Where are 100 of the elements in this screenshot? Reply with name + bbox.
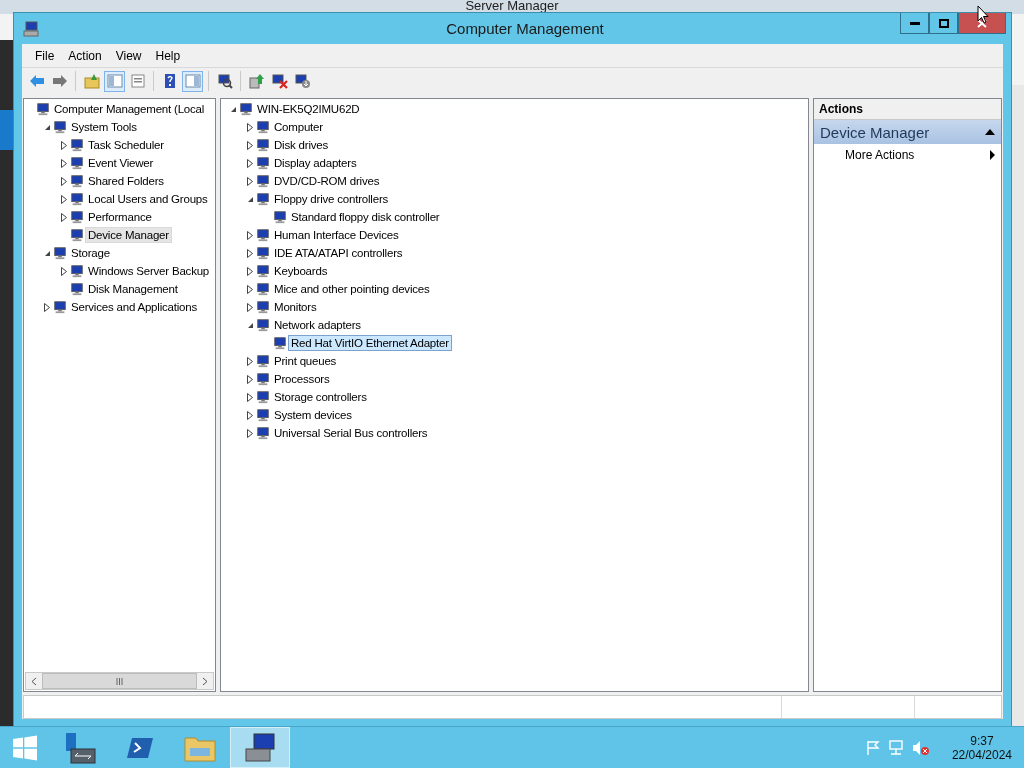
tree-item[interactable]: Computer [271,119,326,135]
close-icon [977,18,987,28]
menu-item[interactable]: View [108,46,149,65]
collapsed-arrow-icon[interactable] [247,410,253,420]
collapsed-arrow-icon[interactable] [44,302,50,312]
expanded-arrow-icon[interactable] [43,249,51,257]
magnifier-icon [215,72,234,90]
collapsed-arrow-icon[interactable] [247,122,253,132]
section-header[interactable]: Device Manager [814,120,1001,144]
expanded-arrow-icon[interactable] [246,195,254,203]
tree-item[interactable]: Universal Serial Bus controllers [271,425,431,441]
expanded-arrow-icon[interactable] [229,105,237,113]
collapsed-arrow-icon[interactable] [61,212,67,222]
disable-icon [270,72,289,90]
collapsed-arrow-icon[interactable] [247,158,253,168]
tree-item[interactable]: Network adapters [271,317,364,333]
monitor-icon [256,120,270,134]
tree-item[interactable]: Shared Folders [85,173,167,189]
tree-item[interactable]: Local Users and Groups [85,191,211,207]
section-title: Device Manager [820,123,930,141]
tree-item[interactable]: Standard floppy disk controller [288,209,443,225]
expanded-arrow-icon[interactable] [43,123,51,131]
monitor-icon [256,372,270,386]
monitor-icon [70,264,84,278]
close-button[interactable] [958,13,1006,34]
collapse-arrow-icon[interactable] [985,129,995,135]
taskbar-app[interactable] [230,727,290,768]
tree-item[interactable]: DVD/CD-ROM drives [271,173,383,189]
monitor-icon [256,138,270,152]
menu-item[interactable]: Help [148,46,188,65]
collapsed-arrow-icon[interactable] [247,392,253,402]
tree-item[interactable]: Human Interface Devices [271,227,402,243]
monitor-icon [256,354,270,368]
pane-icon [183,72,202,90]
tree-item[interactable]: Monitors [271,299,320,315]
collapsed-arrow-icon[interactable] [247,374,253,384]
computer-icon [23,20,39,37]
monitor-icon [256,192,270,206]
tree-item[interactable]: Processors [271,371,333,387]
collapsed-arrow-icon[interactable] [247,284,253,294]
computer-icon [244,732,276,763]
collapsed-arrow-icon[interactable] [247,176,253,186]
tree-item[interactable]: Windows Server Backup [85,263,213,279]
tree-item[interactable]: Storage [68,245,113,261]
collapsed-arrow-icon[interactable] [247,302,253,312]
tree-item[interactable]: Performance [85,209,155,225]
tree-item[interactable]: Event Viewer [85,155,157,171]
tree-item[interactable]: Storage controllers [271,389,370,405]
minimize-button[interactable] [900,13,929,34]
clock-time[interactable]: 9:37 [970,733,994,748]
clock-date[interactable]: 22/04/2024 [951,747,1012,762]
monitor-icon [53,120,67,134]
collapsed-arrow-icon[interactable] [247,428,253,438]
monitor-icon [53,246,67,260]
collapsed-arrow-icon[interactable] [61,176,67,186]
tree-item[interactable]: Task Scheduler [85,137,167,153]
tree-item[interactable]: System devices [271,407,355,423]
collapsed-arrow-icon[interactable] [61,140,67,150]
tree-item[interactable]: Mice and other pointing devices [271,281,433,297]
tree-item[interactable]: Device Manager [85,227,172,243]
speaker-muted-icon[interactable] [911,739,930,756]
tree-item[interactable]: Disk Management [85,281,181,297]
tree-item[interactable]: WIN-EK5Q2IMU62D [254,101,363,117]
monitor-icon [256,264,270,278]
tree-item[interactable]: Print queues [271,353,340,369]
tree-item[interactable]: Services and Applications [68,299,201,315]
collapsed-arrow-icon[interactable] [247,266,253,276]
collapsed-arrow-icon[interactable] [247,230,253,240]
scrollbar-thumb[interactable] [42,673,197,689]
pane-title: Actions [819,102,863,116]
monitor-icon [70,192,84,206]
tree-item[interactable]: Red Hat VirtIO Ethernet Adapter [288,335,452,351]
monitor-icon [256,426,270,440]
tree-item[interactable]: Computer Management (Local [51,101,208,117]
monitor-icon [53,300,67,314]
minimize-icon [909,21,920,25]
tree-item[interactable]: Display adapters [271,155,360,171]
server-icon [63,731,97,764]
tree-item[interactable]: IDE ATA/ATAPI controllers [271,245,406,261]
terminal-icon [126,735,154,760]
monitor-icon [256,408,270,422]
menu-item[interactable]: Action [61,46,109,65]
maximize-icon [938,18,949,28]
action-item[interactable]: More Actions [845,148,915,162]
collapsed-arrow-icon[interactable] [247,248,253,258]
collapsed-arrow-icon[interactable] [247,140,253,150]
collapsed-arrow-icon[interactable] [61,158,67,168]
tree-item[interactable]: Floppy drive controllers [271,191,392,207]
tree-item[interactable]: Disk drives [271,137,332,153]
collapsed-arrow-icon[interactable] [247,356,253,366]
tree-item[interactable]: Keyboards [271,263,331,279]
expanded-arrow-icon[interactable] [246,321,254,329]
horizontal-scrollbar[interactable] [25,672,214,690]
highlight-strip [0,110,13,150]
collapsed-arrow-icon[interactable] [61,266,67,276]
tree-item[interactable]: System Tools [68,119,140,135]
menu-item[interactable]: File [28,46,62,65]
collapsed-arrow-icon[interactable] [61,194,67,204]
maximize-button[interactable] [929,13,958,34]
monitor-icon [36,102,50,116]
